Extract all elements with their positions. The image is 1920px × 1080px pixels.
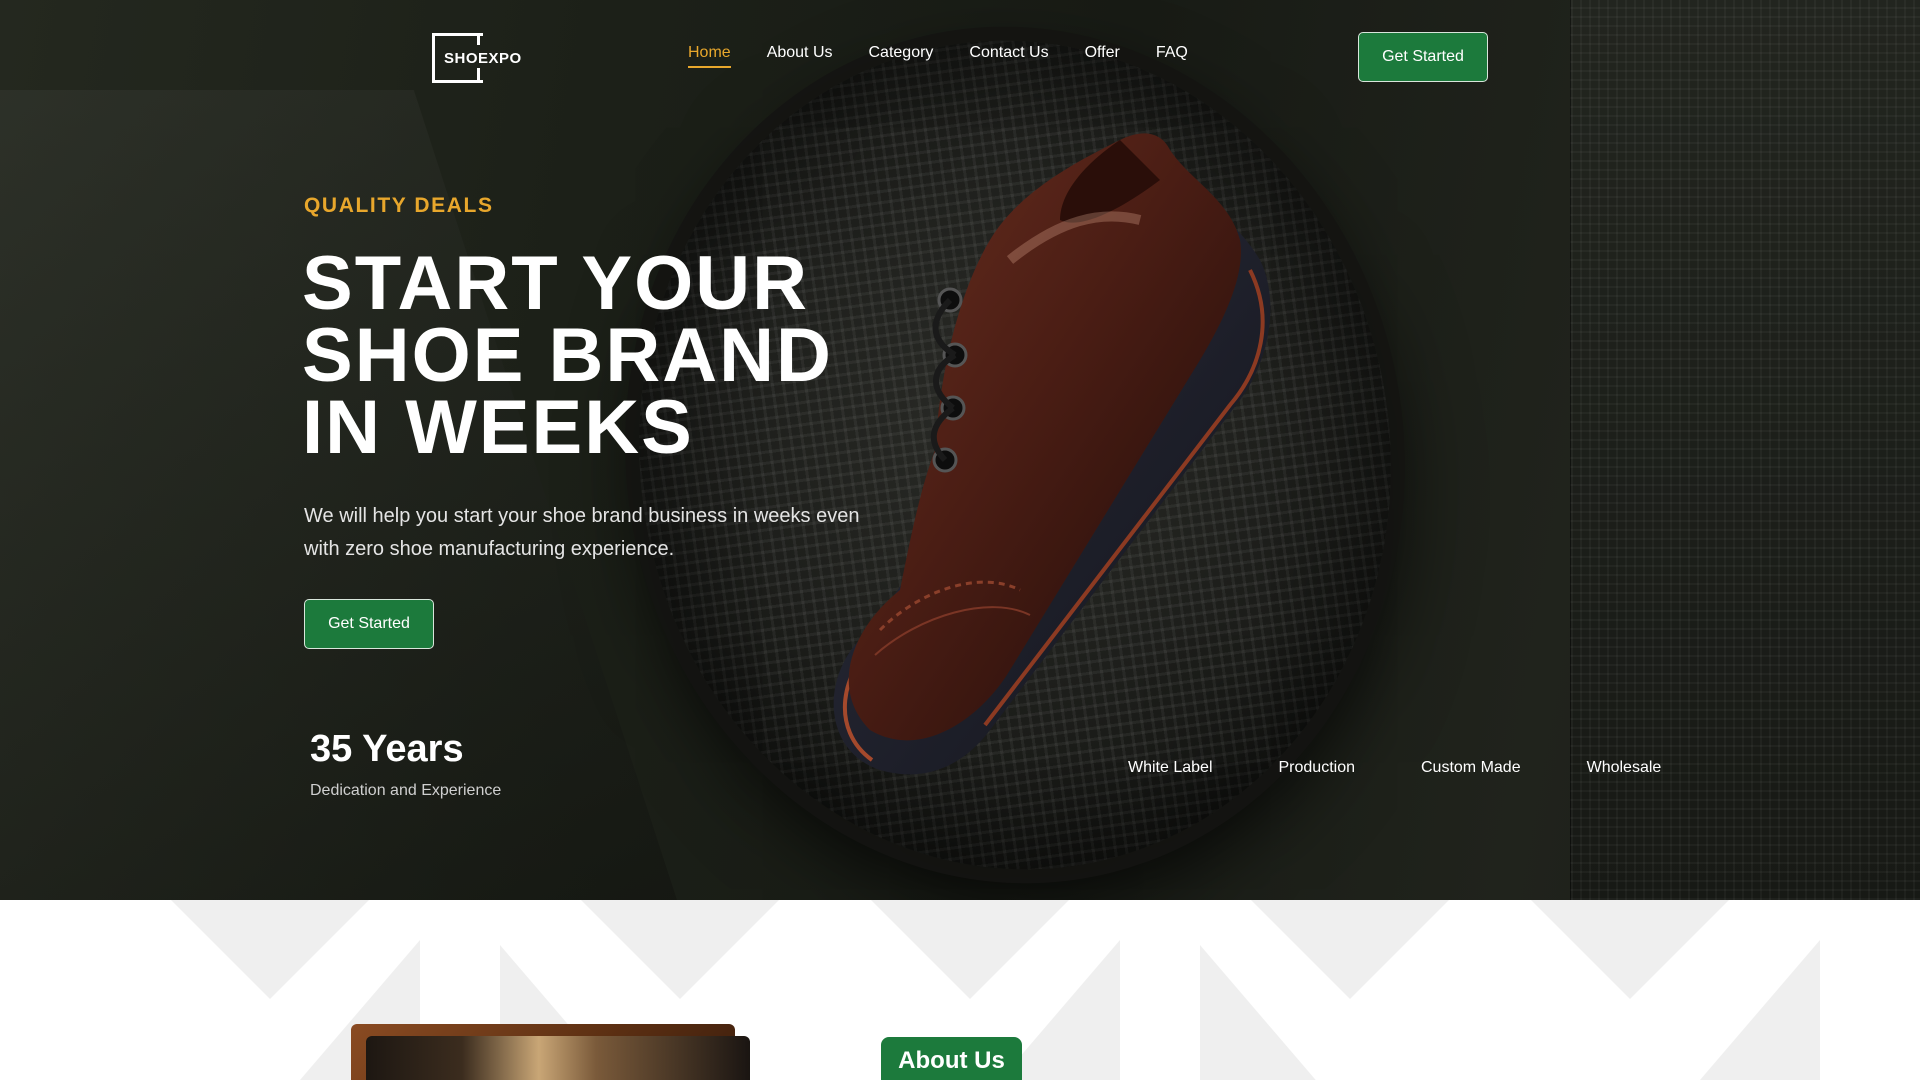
logo-bar-top — [477, 33, 480, 45]
stat-value: 35 Years — [310, 728, 464, 770]
main-nav: Home About Us Category Contact Us Offer … — [688, 44, 1224, 68]
nav-item-about-us[interactable]: About Us — [767, 44, 833, 68]
hero-eyebrow: QUALITY DEALS — [304, 194, 494, 217]
stat-label: Dedication and Experience — [310, 782, 502, 799]
nav-item-faq[interactable]: FAQ — [1156, 44, 1188, 68]
hero-subtext: We will help you start your shoe brand b… — [304, 505, 860, 560]
header-get-started-button[interactable]: Get Started — [1358, 32, 1488, 82]
service-production: Production — [1278, 759, 1356, 776]
service-wholesale: Wholesale — [1586, 759, 1662, 776]
nav-item-home[interactable]: Home — [688, 44, 731, 68]
service-white-label: White Label — [1128, 759, 1213, 776]
background-triangle — [1700, 940, 1820, 1080]
nav-item-offer[interactable]: Offer — [1085, 44, 1120, 68]
nav-item-category[interactable]: Category — [869, 44, 934, 68]
about-us-badge: About Us — [881, 1037, 1022, 1080]
hero-headline: START YOUR SHOE BRAND IN WEEKS — [302, 241, 862, 470]
hero-headline-line-3: IN WEEKS — [302, 385, 694, 470]
about-section: About Us — [0, 900, 1920, 1080]
logo-bar-bottom — [477, 68, 480, 80]
about-photo — [366, 1036, 750, 1080]
logo-text[interactable]: SHOEXPO — [444, 50, 522, 67]
hero-get-started-button[interactable]: Get Started — [304, 599, 434, 649]
hero-section: SHOEXPO Home About Us Category Contact U… — [0, 0, 1920, 900]
nav-item-contact-us[interactable]: Contact Us — [969, 44, 1048, 68]
service-custom-made: Custom Made — [1421, 759, 1521, 776]
background-triangle — [1200, 945, 1320, 1080]
services-list: White Label Production Custom Made Whole… — [1128, 759, 1661, 777]
hero-headline-line-2: SHOE BRAND — [302, 313, 833, 398]
hero-headline-line-1: START YOUR — [302, 241, 809, 326]
